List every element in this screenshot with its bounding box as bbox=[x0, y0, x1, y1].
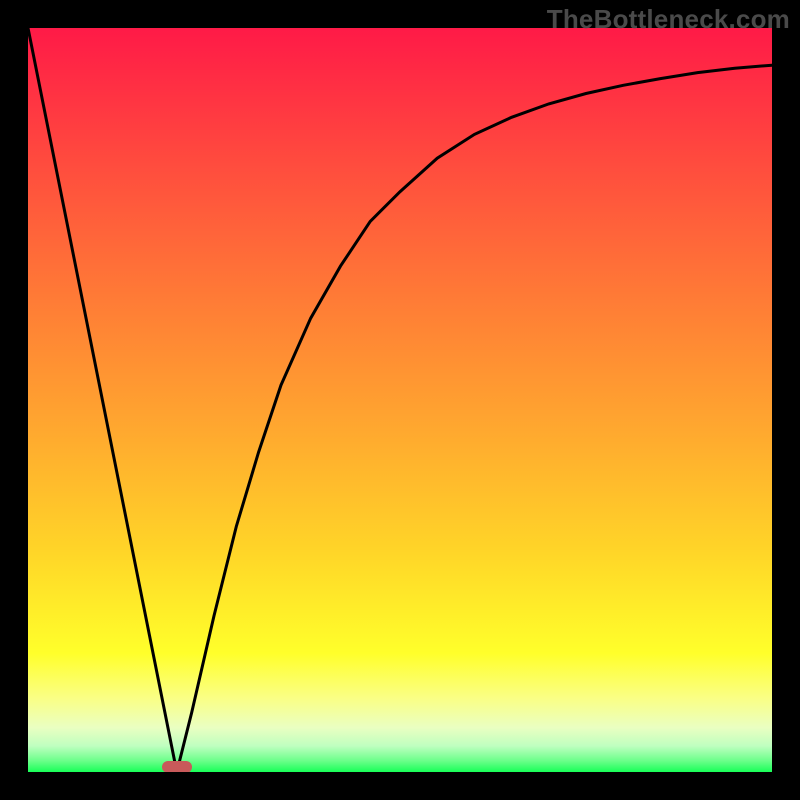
watermark-text: TheBottleneck.com bbox=[547, 4, 790, 35]
optimal-indicator bbox=[162, 761, 192, 772]
chart-frame: TheBottleneck.com bbox=[0, 0, 800, 800]
plot-area bbox=[28, 28, 772, 772]
bottleneck-curve bbox=[28, 28, 772, 772]
